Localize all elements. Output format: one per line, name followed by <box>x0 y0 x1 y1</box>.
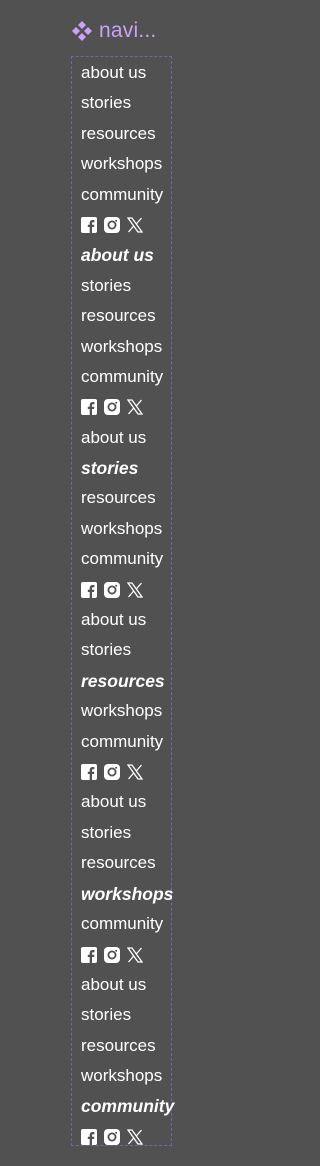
instagram-icon[interactable] <box>104 581 120 598</box>
nav-variant-5: about us stories resources workshops communi… <box>81 787 174 969</box>
social-links <box>81 1122 174 1152</box>
nav-item-resources[interactable]: resources <box>81 848 174 878</box>
nav-item-workshops[interactable]: workshops <box>81 879 174 909</box>
instagram-icon[interactable] <box>104 946 120 963</box>
nav-item-community[interactable]: community <box>81 362 174 392</box>
nav-item-resources[interactable]: resources <box>81 666 174 696</box>
nav-item-about-us[interactable]: about us <box>81 423 174 453</box>
instagram-icon[interactable] <box>104 1128 120 1145</box>
diamond-cluster-icon <box>71 20 93 42</box>
nav-item-about-us[interactable]: about us <box>81 970 174 1000</box>
facebook-icon[interactable] <box>81 399 97 416</box>
nav-item-workshops[interactable]: workshops <box>81 1061 174 1091</box>
nav-item-workshops[interactable]: workshops <box>81 696 174 726</box>
social-links <box>81 575 174 605</box>
x-icon[interactable] <box>127 399 143 416</box>
x-icon[interactable] <box>127 764 143 780</box>
page-title-row: navi... <box>71 17 156 45</box>
nav-variant-1: about us stories resources workshops communi… <box>81 58 174 240</box>
facebook-icon[interactable] <box>81 946 97 963</box>
nav-variants-list: about us stories resources workshops communi… <box>81 58 174 1152</box>
nav-item-workshops[interactable]: workshops <box>81 149 174 179</box>
x-icon[interactable] <box>127 1129 143 1145</box>
instagram-icon[interactable] <box>104 764 120 781</box>
nav-item-workshops[interactable]: workshops <box>81 514 174 544</box>
page-title: navi... <box>99 19 157 42</box>
nav-variant-3: about us stories resources workshops communi… <box>81 423 174 605</box>
nav-item-about-us[interactable]: about us <box>81 787 174 817</box>
nav-item-about-us[interactable]: about us <box>81 240 174 270</box>
nav-item-stories[interactable]: stories <box>81 271 174 301</box>
nav-item-resources[interactable]: resources <box>81 483 174 513</box>
nav-item-about-us[interactable]: about us <box>81 605 174 635</box>
nav-variant-2: about us stories resources workshops communi… <box>81 240 174 422</box>
nav-item-community[interactable]: community <box>81 1091 174 1121</box>
nav-item-resources[interactable]: resources <box>81 1031 174 1061</box>
x-icon[interactable] <box>127 582 143 598</box>
nav-item-community[interactable]: community <box>81 909 174 939</box>
social-links <box>81 210 174 240</box>
nav-variant-4: about us stories resources workshops communi… <box>81 605 174 787</box>
nav-item-community[interactable]: community <box>81 727 174 757</box>
instagram-icon[interactable] <box>104 217 120 234</box>
nav-item-stories[interactable]: stories <box>81 1000 174 1030</box>
facebook-icon[interactable] <box>81 581 97 598</box>
x-icon[interactable] <box>127 217 143 233</box>
nav-item-resources[interactable]: resources <box>81 119 174 149</box>
social-links <box>81 757 174 787</box>
nav-item-workshops[interactable]: workshops <box>81 332 174 362</box>
x-icon[interactable] <box>127 946 143 963</box>
facebook-icon[interactable] <box>81 1128 97 1145</box>
nav-item-resources[interactable]: resources <box>81 301 174 331</box>
nav-item-stories[interactable]: stories <box>81 635 174 665</box>
facebook-icon[interactable] <box>81 217 97 234</box>
social-links <box>81 392 174 422</box>
nav-item-stories[interactable]: stories <box>81 818 174 848</box>
nav-item-community[interactable]: community <box>81 180 174 210</box>
instagram-icon[interactable] <box>104 399 120 416</box>
nav-item-about-us[interactable]: about us <box>81 58 174 88</box>
nav-item-stories[interactable]: stories <box>81 453 174 483</box>
social-links <box>81 939 174 969</box>
nav-item-community[interactable]: community <box>81 544 174 574</box>
nav-item-stories[interactable]: stories <box>81 88 174 118</box>
nav-variant-6: about us stories resources workshops communi… <box>81 970 174 1152</box>
facebook-icon[interactable] <box>81 764 97 781</box>
